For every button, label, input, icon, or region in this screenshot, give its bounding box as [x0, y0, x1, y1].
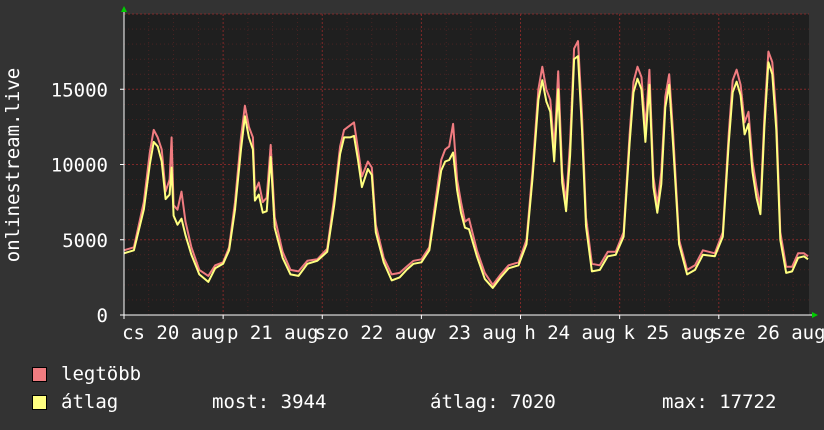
- x-tick-label: k 25 aug: [623, 322, 715, 344]
- y-tick-label: 0: [97, 305, 108, 327]
- stat-max: max: 17722: [662, 391, 777, 413]
- legend-label-max: legtöbb: [61, 363, 142, 385]
- x-tick-label: sze 26 aug: [711, 322, 824, 344]
- chart: 0 5000 10000 15000 cs 20 aug p 21 augszo 22 …: [2, 6, 824, 344]
- y-axis-label: onlinestream.live: [2, 68, 24, 262]
- x-tick-label: cs 20 aug: [122, 322, 225, 344]
- x-tick-labels: cs 20 aug p 21 augszo 22 augv 23 aug h 24 …: [122, 322, 824, 344]
- y-axis-arrow: [121, 6, 127, 12]
- legend-item-avg: átlag: [32, 391, 118, 413]
- x-tick-label: h 24 aug: [524, 322, 616, 344]
- legend-item-max: legtöbb: [32, 363, 141, 385]
- stat-average: átlag: 7020: [430, 391, 556, 413]
- x-tick-label: v 23 aug: [425, 322, 517, 344]
- legend-swatch-max: [32, 366, 47, 382]
- x-tick-label: szo 22 aug: [315, 322, 429, 344]
- x-tick-label: p 21 aug: [227, 322, 319, 344]
- y-tick-labels: 0 5000 10000 15000: [51, 79, 108, 327]
- y-tick-label: 5000: [62, 230, 108, 252]
- y-tick-label: 10000: [51, 155, 108, 177]
- stat-now: most: 3944: [212, 391, 327, 413]
- legend-label-avg: átlag: [61, 391, 119, 413]
- y-tick-label: 15000: [51, 79, 108, 101]
- x-axis-arrow: [812, 312, 818, 318]
- legend-swatch-avg: [32, 394, 47, 410]
